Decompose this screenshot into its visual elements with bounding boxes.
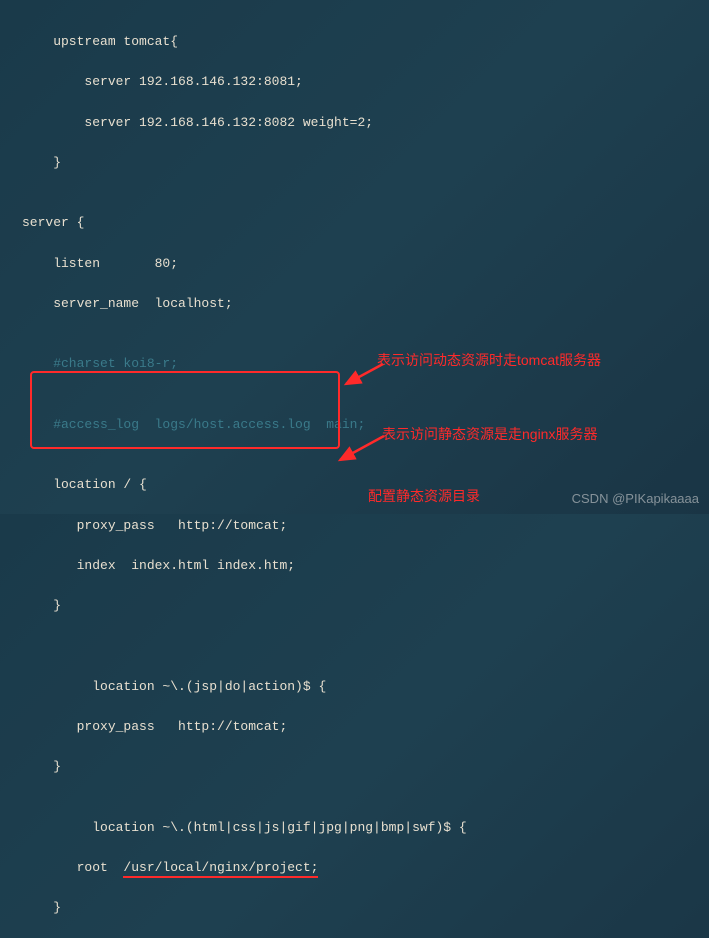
nginx-config-code: upstream tomcat{ server 192.168.146.132:…	[0, 0, 709, 938]
code-line: }	[22, 898, 709, 918]
code-line: proxy_pass http://tomcat;	[22, 516, 709, 536]
code-line: location ~\.(html|css|js|gif|jpg|png|bmp…	[22, 818, 709, 838]
code-line: location ~\.(jsp|do|action)$ {	[22, 677, 709, 697]
code-line: }	[22, 596, 709, 616]
code-line: }	[22, 757, 709, 777]
code-line: upstream tomcat{	[22, 32, 709, 52]
code-comment: #access_log logs/host.access.log main;	[22, 415, 709, 435]
root-path-underlined: /usr/local/nginx/project;	[123, 860, 318, 878]
code-line: }	[22, 153, 709, 173]
annotation-dynamic-resource: 表示访问动态资源时走tomcat服务器	[377, 350, 601, 370]
code-line: proxy_pass http://tomcat;	[22, 717, 709, 737]
code-line: server {	[22, 213, 709, 233]
code-line: index index.html index.htm;	[22, 556, 709, 576]
root-keyword: root	[22, 860, 123, 875]
code-line: root /usr/local/nginx/project;	[22, 858, 709, 878]
code-line: server 192.168.146.132:8082 weight=2;	[22, 113, 709, 133]
code-line: server 192.168.146.132:8081;	[22, 72, 709, 92]
annotation-root-dir: 配置静态资源目录	[368, 486, 480, 506]
code-line: listen 80;	[22, 254, 709, 274]
code-line: server_name localhost;	[22, 294, 709, 314]
annotation-static-resource: 表示访问静态资源是走nginx服务器	[382, 424, 597, 444]
watermark-text: CSDN @PIKapikaaaa	[572, 491, 699, 506]
code-comment: #charset koi8-r;	[22, 354, 709, 374]
